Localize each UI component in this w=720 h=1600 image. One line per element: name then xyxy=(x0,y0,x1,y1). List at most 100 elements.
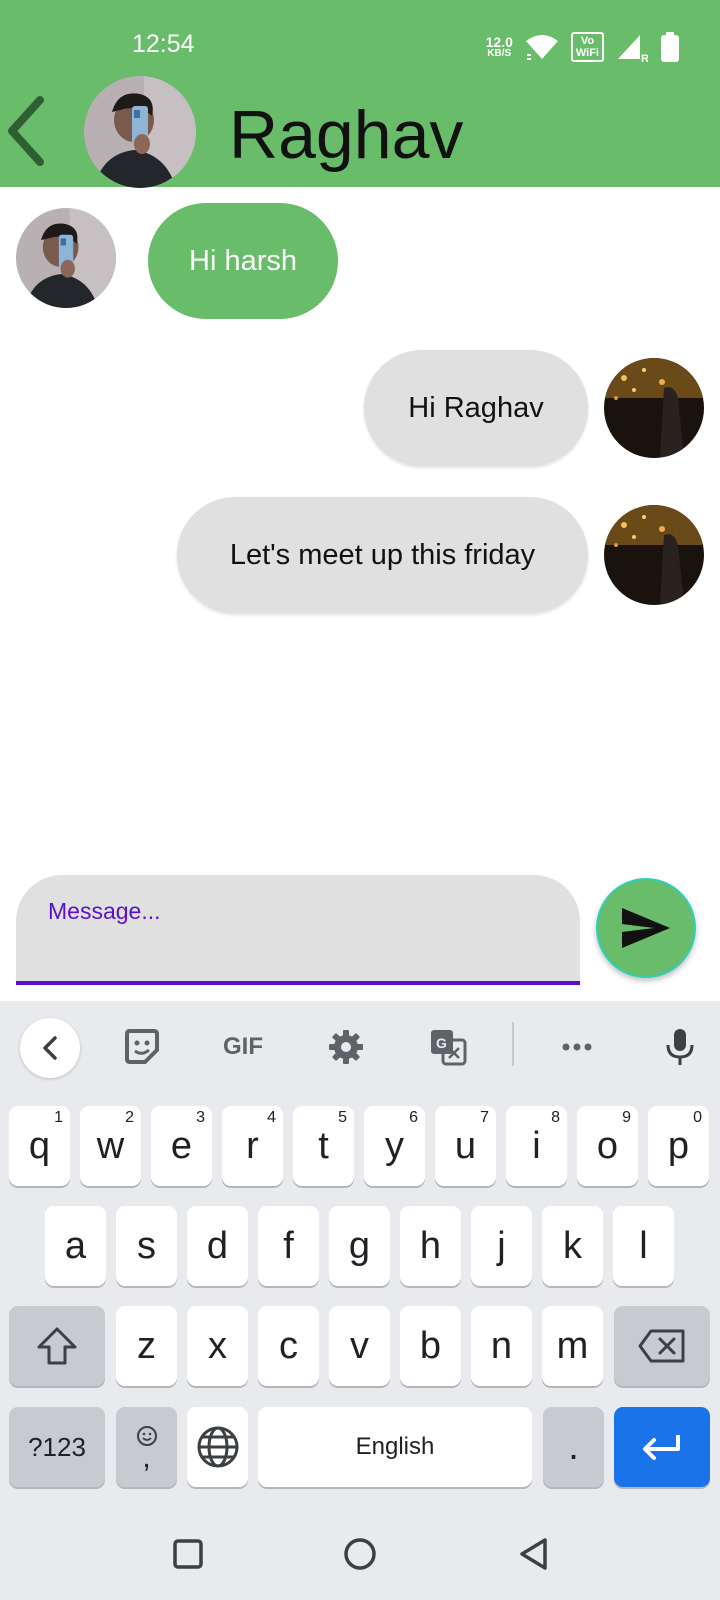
key-g[interactable]: g xyxy=(329,1206,390,1286)
net-speed-indicator: 12.0 KB/S xyxy=(486,35,513,59)
key-l[interactable]: l xyxy=(613,1206,674,1286)
key-r[interactable]: r4 xyxy=(222,1106,283,1186)
key-label: u xyxy=(454,1124,477,1167)
outgoing-avatar[interactable] xyxy=(604,358,704,458)
key-label: e xyxy=(170,1124,193,1167)
home-button[interactable] xyxy=(340,1534,380,1574)
key-hint: 1 xyxy=(54,1109,63,1126)
symbols-key[interactable]: ?123 xyxy=(9,1407,105,1487)
keyboard-collapse-button[interactable] xyxy=(20,1018,80,1078)
enter-arrow-icon xyxy=(643,1435,680,1460)
wifi-icon xyxy=(525,35,558,60)
key-p[interactable]: p0 xyxy=(648,1106,709,1186)
selfie-photo xyxy=(84,76,196,188)
key-hint: 0 xyxy=(693,1109,702,1126)
enter-key[interactable] xyxy=(614,1407,710,1487)
message-bubble-outgoing[interactable]: Hi Raghav xyxy=(364,350,588,466)
circle-icon xyxy=(344,1538,376,1570)
sticker-icon xyxy=(125,1029,159,1064)
key-h[interactable]: h xyxy=(400,1206,461,1286)
square-icon xyxy=(173,1539,203,1569)
send-icon xyxy=(622,908,670,948)
key-x[interactable]: x xyxy=(187,1306,248,1386)
key-b[interactable]: b xyxy=(400,1306,461,1386)
key-c[interactable]: c xyxy=(258,1306,319,1386)
gif-button[interactable]: GIF xyxy=(218,1018,268,1076)
svg-text:G: G xyxy=(436,1035,447,1051)
recents-button[interactable] xyxy=(168,1534,208,1574)
more-options-button[interactable] xyxy=(560,1018,594,1076)
comma-label: , xyxy=(142,1441,151,1474)
app-header: 12:54 12.0 KB/S Vo WiFi R Raghav xyxy=(0,0,720,188)
incoming-avatar[interactable] xyxy=(16,208,116,308)
signal-icon: R xyxy=(618,35,648,63)
key-v[interactable]: v xyxy=(329,1306,390,1386)
key-label: q xyxy=(28,1124,51,1167)
toolbar-divider xyxy=(512,1022,514,1066)
key-label: o xyxy=(596,1124,619,1167)
key-e[interactable]: e3 xyxy=(151,1106,212,1186)
message-composer xyxy=(16,875,580,985)
battery-icon xyxy=(661,32,679,62)
language-key[interactable] xyxy=(187,1407,248,1487)
chat-screen: 12:54 12.0 KB/S Vo WiFi R Raghav Hi hars… xyxy=(0,0,720,1600)
back-arrow-icon[interactable] xyxy=(4,96,50,166)
status-icons: 12.0 KB/S Vo WiFi R xyxy=(486,30,680,64)
vowifi-line2: WiFi xyxy=(575,47,599,59)
key-f[interactable]: f xyxy=(258,1206,319,1286)
message-input[interactable] xyxy=(16,875,580,985)
night-photo xyxy=(604,358,704,458)
space-key[interactable]: English xyxy=(258,1407,532,1487)
key-label: p xyxy=(667,1124,690,1167)
vowifi-line1: Vo xyxy=(580,35,595,47)
key-s[interactable]: s xyxy=(116,1206,177,1286)
emoji-comma-key[interactable]: , xyxy=(116,1407,177,1487)
signal-roaming-badge: R xyxy=(641,53,648,63)
key-t[interactable]: t5 xyxy=(293,1106,354,1186)
shift-arrow-icon xyxy=(37,1327,77,1365)
sticker-button[interactable] xyxy=(122,1018,162,1076)
key-m[interactable]: m xyxy=(542,1306,603,1386)
net-speed-unit: KB/S xyxy=(487,48,512,59)
key-i[interactable]: i8 xyxy=(506,1106,567,1186)
key-hint: 8 xyxy=(551,1109,560,1126)
key-u[interactable]: u7 xyxy=(435,1106,496,1186)
backspace-key[interactable] xyxy=(614,1306,710,1386)
backspace-icon xyxy=(638,1329,685,1363)
period-key[interactable]: . xyxy=(543,1407,604,1487)
contact-avatar[interactable] xyxy=(84,76,196,188)
back-button[interactable] xyxy=(514,1534,554,1574)
key-j[interactable]: j xyxy=(471,1206,532,1286)
globe-icon xyxy=(197,1426,238,1468)
key-n[interactable]: n xyxy=(471,1306,532,1386)
key-w[interactable]: w2 xyxy=(80,1106,141,1186)
key-hint: 5 xyxy=(338,1109,347,1126)
key-d[interactable]: d xyxy=(187,1206,248,1286)
key-label: t xyxy=(318,1124,329,1167)
outgoing-avatar[interactable] xyxy=(604,505,704,605)
key-a[interactable]: a xyxy=(45,1206,106,1286)
contact-name: Raghav xyxy=(229,97,464,173)
key-k[interactable]: k xyxy=(542,1206,603,1286)
shift-key[interactable] xyxy=(9,1306,105,1386)
voice-input-button[interactable] xyxy=(662,1018,698,1076)
message-bubble-outgoing[interactable]: Let's meet up this friday xyxy=(177,497,588,613)
key-y[interactable]: y6 xyxy=(364,1106,425,1186)
key-q[interactable]: q1 xyxy=(9,1106,70,1186)
key-hint: 6 xyxy=(409,1109,418,1126)
input-underline xyxy=(16,981,580,985)
key-hint: 2 xyxy=(125,1109,134,1126)
translate-button[interactable]: G xyxy=(428,1018,468,1076)
send-button[interactable] xyxy=(596,878,696,978)
message-bubble-incoming[interactable]: Hi harsh xyxy=(148,203,338,319)
vowifi-icon: Vo WiFi xyxy=(570,32,604,62)
settings-button[interactable] xyxy=(326,1018,366,1076)
night-photo xyxy=(604,505,704,605)
key-o[interactable]: o9 xyxy=(577,1106,638,1186)
chevron-left-icon xyxy=(43,1036,57,1060)
triangle-back-icon xyxy=(520,1538,547,1570)
key-z[interactable]: z xyxy=(116,1306,177,1386)
translate-icon: G xyxy=(431,1030,467,1066)
key-label: w xyxy=(96,1124,125,1167)
selfie-photo xyxy=(16,208,116,308)
